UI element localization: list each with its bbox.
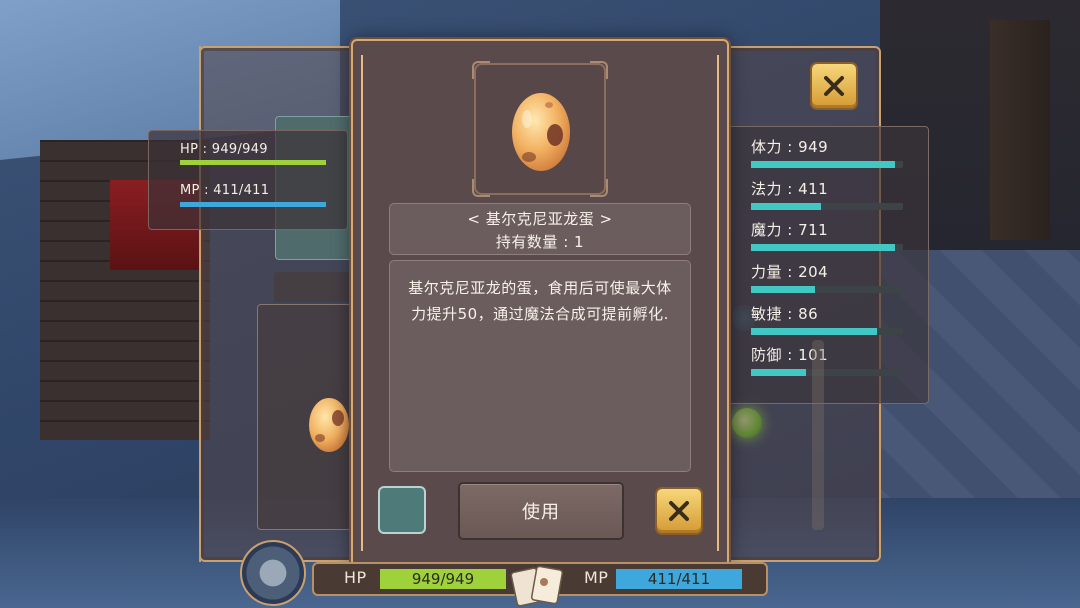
- item-name-box: < 基尔克尼亚龙蛋 > 持有数量 : 1: [389, 203, 691, 255]
- stat-label: 体力 : 949: [751, 138, 829, 156]
- stat-label: 法力 : 411: [751, 180, 829, 198]
- character-mp-row: MP : 411/411: [180, 179, 269, 198]
- hud-mp-bar: 411/411: [616, 569, 742, 589]
- stats-scrollbar[interactable]: [812, 340, 824, 530]
- stat-bar: [751, 328, 903, 335]
- use-button[interactable]: 使用: [458, 482, 624, 540]
- hud-hp-label: HP: [344, 568, 367, 587]
- stat-row: 魔力 : 711: [751, 220, 905, 251]
- frame-corner: [590, 61, 608, 79]
- dialog-frame-line-right: [717, 55, 719, 551]
- frame-corner: [472, 179, 490, 197]
- close-icon: [824, 76, 844, 96]
- item-name: < 基尔克尼亚龙蛋 >: [467, 210, 613, 228]
- close-panel-button[interactable]: [810, 62, 858, 110]
- stat-bar: [751, 244, 903, 251]
- stat-row: 体力 : 949: [751, 137, 905, 168]
- item-description-box: 基尔克尼亚龙的蛋，食用后可使最大体力提升50，通过魔法合成可提前孵化.: [389, 260, 691, 472]
- stat-bar-fill: [751, 203, 821, 210]
- stat-bar-fill: [751, 244, 896, 251]
- checkbox-slot[interactable]: [378, 486, 426, 534]
- character-mp-bar: [180, 202, 326, 207]
- character-hp-bar: [180, 160, 326, 165]
- character-hp-fill: [180, 160, 326, 165]
- stat-label: 防御 : 101: [751, 346, 829, 364]
- item-description: 基尔克尼亚龙的蛋，食用后可使最大体力提升50，通过魔法合成可提前孵化.: [408, 279, 672, 323]
- wooden-pillar: [990, 20, 1050, 240]
- inventory-tab[interactable]: [274, 272, 354, 302]
- hud-hp-bar: 949/949: [380, 569, 506, 589]
- stat-label: 敏捷 : 86: [751, 305, 819, 323]
- stat-bar-fill: [751, 328, 878, 335]
- hud-hp-value: 949/949: [411, 570, 475, 588]
- stat-label: 魔力 : 711: [751, 221, 829, 239]
- character-mp-label: MP : 411/411: [180, 183, 270, 198]
- stat-bar: [751, 161, 903, 168]
- hud-mp-value: 411/411: [647, 570, 711, 588]
- stat-bar-fill: [751, 286, 815, 293]
- stat-row: 敏捷 : 86: [751, 304, 905, 335]
- frame-corner: [590, 179, 608, 197]
- character-hp-label: HP : 949/949: [180, 142, 268, 157]
- close-dialog-button[interactable]: [655, 487, 703, 535]
- stat-row: 防御 : 101: [751, 345, 905, 376]
- dragon-egg-icon: [512, 93, 570, 171]
- character-mp-fill: [180, 202, 326, 207]
- stat-label: 力量 : 204: [751, 263, 829, 281]
- stat-row: 力量 : 204: [751, 262, 905, 293]
- stat-bar-fill: [751, 369, 806, 376]
- dragon-egg-inventory-icon[interactable]: [306, 392, 352, 454]
- gear-icon[interactable]: [240, 540, 306, 606]
- cards-icon[interactable]: [508, 560, 568, 608]
- character-hp-row: HP : 949/949: [180, 138, 268, 157]
- close-icon: [669, 501, 689, 521]
- stat-bar: [751, 203, 903, 210]
- stat-bar: [751, 286, 903, 293]
- frame-corner: [472, 61, 490, 79]
- item-quantity: 持有数量 : 1: [495, 233, 585, 251]
- stat-row: 法力 : 411: [751, 179, 905, 210]
- dialog-frame-line-left: [361, 55, 363, 551]
- stat-bar: [751, 369, 903, 376]
- hud-mp-label: MP: [584, 568, 609, 587]
- stat-bar-fill: [751, 161, 896, 168]
